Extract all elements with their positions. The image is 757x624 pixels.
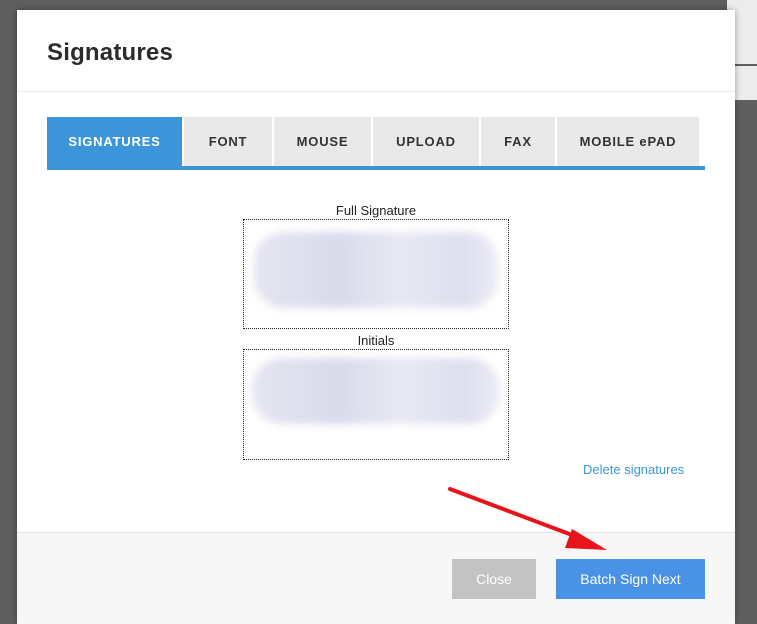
tab-font[interactable]: FONT <box>184 117 272 167</box>
initials-image <box>252 358 500 424</box>
tab-fax[interactable]: FAX <box>481 117 555 167</box>
close-button[interactable]: Close <box>452 559 536 599</box>
delete-signatures-link[interactable]: Delete signatures <box>583 462 684 477</box>
signatures-dialog: Signatures SIGNATURES FONT MOUSE UPLOAD … <box>17 10 735 624</box>
tab-mouse[interactable]: MOUSE <box>274 117 371 167</box>
dialog-footer: Close Batch Sign Next <box>17 532 735 624</box>
tab-mobile-epad[interactable]: MOBILE ePAD <box>557 117 699 167</box>
tab-signatures[interactable]: SIGNATURES <box>47 117 182 167</box>
signature-tabs: SIGNATURES FONT MOUSE UPLOAD FAX MOBILE … <box>47 117 705 167</box>
dialog-title: Signatures <box>47 39 174 66</box>
dialog-header: Signatures <box>17 10 735 92</box>
full-signature-box[interactable] <box>243 219 509 329</box>
full-signature-caption: Full Signature <box>335 203 417 218</box>
batch-sign-next-button[interactable]: Batch Sign Next <box>556 559 705 599</box>
initials-caption: Initials <box>357 333 395 348</box>
full-signature-image <box>254 232 498 308</box>
tab-upload[interactable]: UPLOAD <box>373 117 479 167</box>
initials-box[interactable] <box>243 349 509 460</box>
tabs-underline <box>47 166 705 170</box>
